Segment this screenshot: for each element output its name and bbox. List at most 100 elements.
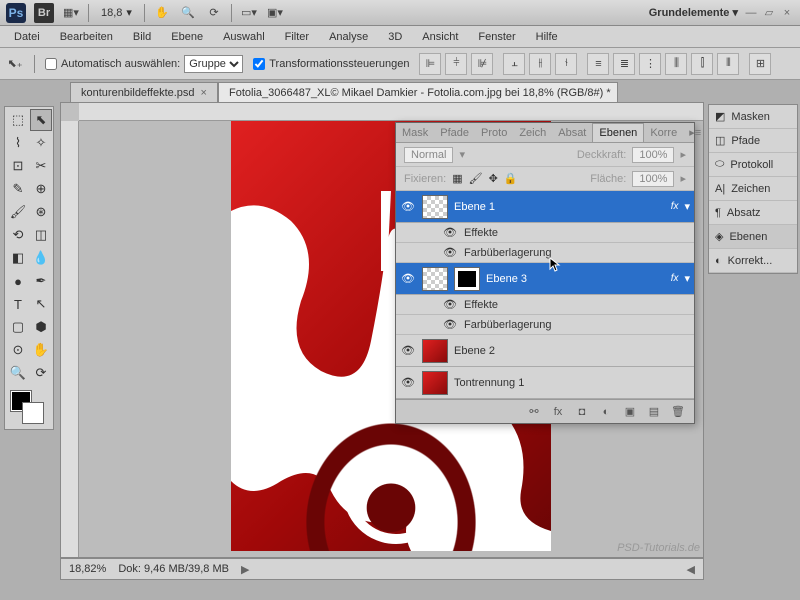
panel-ebenen[interactable]: ◈Ebenen	[709, 225, 797, 249]
path-tool[interactable]: ↖	[30, 293, 52, 315]
fx-icon[interactable]: fx	[550, 406, 566, 418]
trash-icon[interactable]: 🗑	[670, 405, 686, 418]
3d-tool[interactable]: ⬢	[30, 316, 52, 338]
menu-fenster[interactable]: Fenster	[468, 28, 525, 46]
mask-add-icon[interactable]: ◘	[574, 406, 590, 418]
panel-zeichen[interactable]: A|Zeichen	[709, 177, 797, 201]
doc-size[interactable]: Dok: 9,46 MB/39,8 MB	[118, 563, 229, 575]
menu-ansicht[interactable]: Ansicht	[412, 28, 468, 46]
auto-select-dropdown[interactable]: Gruppe	[184, 55, 243, 73]
hand-tool[interactable]: ✋	[30, 339, 52, 361]
align-icon[interactable]: ⫩	[445, 53, 467, 75]
tab-pfade[interactable]: Pfade	[434, 124, 475, 142]
shape-tool[interactable]: ▢	[7, 316, 29, 338]
opacity-field[interactable]: 100%	[632, 147, 674, 163]
eyedropper-tool[interactable]: ✎	[7, 178, 29, 200]
menu-3d[interactable]: 3D	[378, 28, 412, 46]
layer-thumb[interactable]	[422, 267, 448, 291]
menu-filter[interactable]: Filter	[275, 28, 319, 46]
visibility-icon[interactable]: 👁	[400, 376, 416, 389]
layer-thumb[interactable]	[422, 339, 448, 363]
menu-hilfe[interactable]: Hilfe	[526, 28, 568, 46]
tab-proto[interactable]: Proto	[475, 124, 513, 142]
bridge-icon[interactable]: Br	[34, 3, 54, 23]
align-icon[interactable]: ⊫	[419, 53, 441, 75]
minimize-icon[interactable]: —	[744, 6, 758, 20]
menu-datei[interactable]: Datei	[4, 28, 50, 46]
type-tool[interactable]: T	[7, 293, 29, 315]
lasso-tool[interactable]: ⌇	[7, 132, 29, 154]
lock-all-icon[interactable]: 🔒	[504, 172, 518, 185]
menu-ebene[interactable]: Ebene	[161, 28, 213, 46]
distribute-icon[interactable]: ⦀	[717, 53, 739, 75]
move-tool[interactable]: ⬉	[30, 109, 52, 131]
layer-mask-thumb[interactable]	[454, 267, 480, 291]
adjustment-icon[interactable]: ◐	[598, 406, 614, 418]
layer-ebene3[interactable]: 👁 Ebene 3 fx▾	[396, 263, 694, 295]
layer-ebene1[interactable]: 👁 Ebene 1 fx▾	[396, 191, 694, 223]
tab-zeich[interactable]: Zeich	[513, 124, 552, 142]
scroll-left-icon[interactable]: ◀	[687, 563, 695, 576]
blur-tool[interactable]: 💧	[30, 247, 52, 269]
status-arrow-icon[interactable]: ▶	[241, 563, 249, 576]
layer-thumb[interactable]	[422, 195, 448, 219]
heal-tool[interactable]: ⊕	[30, 178, 52, 200]
layer-color-overlay[interactable]: 👁Farbüberlagerung	[396, 315, 694, 335]
menu-bearbeiten[interactable]: Bearbeiten	[50, 28, 123, 46]
menu-analyse[interactable]: Analyse	[319, 28, 378, 46]
dodge-tool[interactable]: ●	[7, 270, 29, 292]
layer-thumb[interactable]	[422, 371, 448, 395]
lock-paint-icon[interactable]: 🖌	[469, 172, 483, 185]
wand-tool[interactable]: ✧	[30, 132, 52, 154]
menu-auswahl[interactable]: Auswahl	[213, 28, 275, 46]
maximize-icon[interactable]: ▱	[762, 6, 776, 20]
color-swatch[interactable]	[7, 389, 52, 427]
panel-pfade[interactable]: ◫Pfade	[709, 129, 797, 153]
rotate-tool[interactable]: ⟳	[30, 362, 52, 384]
layer-name[interactable]: Ebene 3	[486, 273, 527, 285]
visibility-icon[interactable]: 👁	[442, 318, 458, 331]
eraser-tool[interactable]: ◫	[30, 224, 52, 246]
visibility-icon[interactable]: 👁	[442, 246, 458, 259]
distribute-icon[interactable]: ⫿	[691, 53, 713, 75]
auto-align-icon[interactable]: ⊞	[749, 53, 771, 75]
distribute-icon[interactable]: ≡	[587, 53, 609, 75]
visibility-icon[interactable]: 👁	[442, 226, 458, 239]
menu-bild[interactable]: Bild	[123, 28, 161, 46]
doc-tab-2[interactable]: Fotolia_3066487_XL© Mikael Damkier - Fot…	[218, 82, 618, 102]
align-icon[interactable]: ⫠	[503, 53, 525, 75]
auto-select-checkbox[interactable]	[45, 58, 57, 70]
close-icon[interactable]: ×	[780, 6, 794, 20]
zoom-display[interactable]: 18,8 ▾	[97, 6, 136, 19]
distribute-icon[interactable]: ⋮	[639, 53, 661, 75]
layer-ebene2[interactable]: 👁 Ebene 2	[396, 335, 694, 367]
doc-tab-1[interactable]: konturenbildeffekte.psd×	[70, 82, 218, 102]
distribute-icon[interactable]: ≣	[613, 53, 635, 75]
panel-protokoll[interactable]: ⬭Protokoll	[709, 153, 797, 177]
3d-cam-tool[interactable]: ⊙	[7, 339, 29, 361]
zoom-readout[interactable]: 18,82%	[69, 563, 106, 575]
layer-effects[interactable]: 👁Effekte	[396, 223, 694, 243]
close-tab-icon[interactable]: ×	[617, 87, 618, 99]
visibility-icon[interactable]: 👁	[442, 298, 458, 311]
history-brush-tool[interactable]: ⟲	[7, 224, 29, 246]
lock-move-icon[interactable]: ✥	[489, 172, 498, 185]
tab-absat[interactable]: Absat	[552, 124, 592, 142]
brush-tool[interactable]: 🖌	[7, 201, 29, 223]
crop-tool[interactable]: ⊡	[7, 155, 29, 177]
tab-mask[interactable]: Mask	[396, 124, 434, 142]
zoom-tool[interactable]: 🔍	[7, 362, 29, 384]
screen-icon[interactable]: ▣▾	[266, 4, 284, 22]
layout-icon[interactable]: ▦▾	[62, 4, 80, 22]
layer-name[interactable]: Tontrennung 1	[454, 377, 524, 389]
layer-color-overlay[interactable]: 👁Farbüberlagerung	[396, 243, 694, 263]
link-icon[interactable]: ⚯	[526, 405, 542, 418]
layer-name[interactable]: Ebene 2	[454, 345, 495, 357]
transform-checkbox[interactable]	[253, 58, 265, 70]
slice-tool[interactable]: ✂	[30, 155, 52, 177]
fx-badge[interactable]: fx	[671, 201, 679, 212]
close-tab-icon[interactable]: ×	[201, 87, 207, 99]
rotate-icon[interactable]: ⟳	[205, 4, 223, 22]
align-icon[interactable]: ⊯	[471, 53, 493, 75]
ruler-vertical[interactable]	[61, 121, 79, 557]
